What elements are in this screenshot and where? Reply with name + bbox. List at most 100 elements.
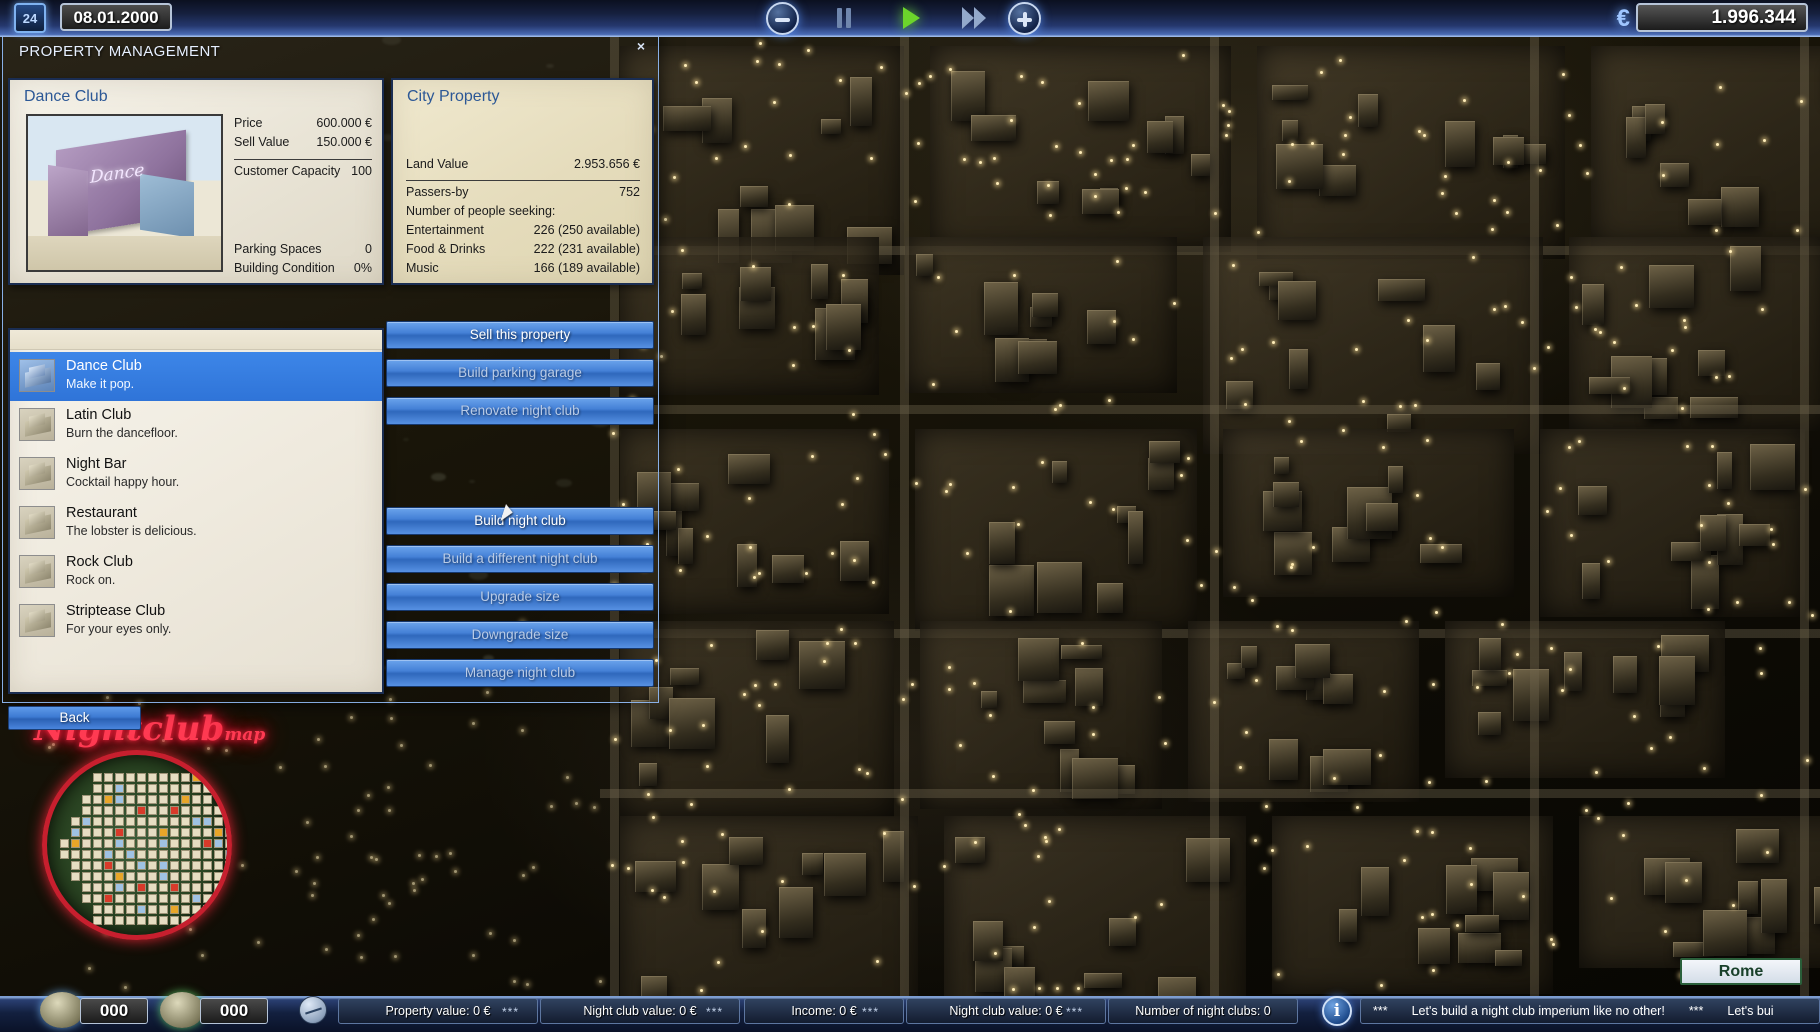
stat-key: Parking Spaces [234,242,322,256]
stat-key: Sell Value [234,135,289,149]
stat-value: 0 [365,242,372,256]
pause-button[interactable] [835,8,853,28]
stat-key: Customer Capacity [234,164,340,178]
city-stat-row: Entertainment 226 (250 available) [406,223,640,242]
club-thumbnail-icon [19,555,55,588]
stat-value: 0% [354,261,372,275]
list-item[interactable]: Rock Club Rock on. [10,548,382,597]
list-item-desc: The lobster is delicious. [66,524,197,538]
stat-number-of-night-clubs: Number of night clubs: 0 [1108,998,1298,1024]
property-stats: Price 600.000 € Sell Value 150.000 € Cus… [234,116,372,280]
list-item-name: Latin Club [66,407,131,423]
currency-icon: € [1617,5,1630,33]
close-icon[interactable]: × [633,39,649,55]
stat-value: 150.000 € [316,135,372,149]
list-header [10,330,382,350]
action-button-sell-this-property[interactable]: Sell this property [386,321,654,349]
club-thumbnail-icon [19,506,55,539]
club-thumbnail-icon [19,457,55,490]
city-property-stats: Land Value 2.953.656 € Passers-by 752 Nu… [406,157,640,280]
city-stat-key: Music [406,261,439,275]
city-stat-key: Land Value [406,157,468,171]
resource-icon-2 [160,992,204,1028]
city-stat-row: Food & Drinks 222 (231 available) [406,242,640,261]
city-stat-row: Number of people seeking: [406,204,640,223]
city-stat-row: Land Value 2.953.656 € [406,157,640,176]
stat-row: Parking Spaces 0 [234,242,372,261]
list-item-name: Dance Club [66,358,142,374]
stat-value: 100 [351,164,372,178]
play-button[interactable] [903,7,920,29]
stat-key: Price [234,116,262,130]
list-item[interactable]: Restaurant The lobster is delicious. [10,499,382,548]
stat-row: Price 600.000 € [234,116,372,135]
club-thumbnail-icon [19,359,55,392]
city-name-label: Rome [1680,958,1802,985]
list-item[interactable]: Latin Club Burn the dancefloor. [10,401,382,450]
top-bar: 24 08.01.2000 € 1.996.344 [0,0,1820,37]
list-item-desc: Make it pop. [66,377,134,391]
property-name: Dance Club [24,88,108,106]
list-item[interactable]: Dance Club Make it pop. [10,352,382,401]
city-property-panel: City Property Land Value 2.953.656 € Pas… [391,78,654,285]
city-stat-value: 2.953.656 € [574,157,640,171]
city-stat-value: 226 (250 available) [534,223,640,237]
fast-forward-button[interactable] [962,7,992,29]
club-type-list[interactable]: Dance Club Make it pop. Latin Club Burn … [8,328,384,694]
date-display: 08.01.2000 [60,3,172,31]
message-ticker: ***Let's build a night club imperium lik… [1360,998,1820,1024]
stat-separator-2: *** [706,1005,723,1019]
list-item[interactable]: Striptease Club For your eyes only. [10,597,382,646]
city-stat-key: Passers-by [406,185,469,199]
action-button-build-parking-garage: Build parking garage [386,359,654,387]
action-button-renovate-night-club: Renovate night club [386,397,654,425]
city-stat-key: Number of people seeking: [406,204,555,218]
club-thumbnail-icon [19,408,55,441]
list-item-name: Striptease Club [66,603,165,619]
minimap-widget[interactable]: Nightclubmap ★ Y ≣ [0,705,268,970]
property-thumbnail: Dance [26,114,223,272]
ticker-sep-left: *** [1361,999,1400,1023]
city-stat-key: Food & Drinks [406,242,485,256]
money-display: 1.996.344 [1636,3,1808,32]
speed-increase-button[interactable] [1008,2,1041,35]
calendar-icon: 24 [14,3,46,33]
property-management-window: PROPERTY MANAGEMENT × Dance Club Dance P… [2,33,659,703]
window-title: PROPERTY MANAGEMENT [19,43,220,60]
list-item-name: Rock Club [66,554,133,570]
ticker-sep-right: *** [1677,999,1716,1023]
city-stat-value: 222 (231 available) [534,242,640,256]
ticker-message: Let's build a night club imperium like n… [1400,999,1677,1023]
club-thumbnail-icon [19,604,55,637]
list-item-desc: Rock on. [66,573,115,587]
resource-value-2: 000 [200,998,268,1024]
stat-value: 600.000 € [316,116,372,130]
action-button-upgrade-size: Upgrade size [386,583,654,611]
stat-separator: *** [502,1005,519,1019]
chart-icon[interactable] [299,996,327,1024]
minimap-circle[interactable] [42,750,232,940]
stat-row: Building Condition 0% [234,261,372,280]
city-stat-row: Music 166 (189 available) [406,261,640,280]
bottom-bar: 000 000 Property value: 0 € *** Night cl… [0,996,1820,1032]
action-button-build-night-club[interactable]: Build night club [386,507,654,535]
list-item-desc: Cocktail happy hour. [66,475,179,489]
property-info-panel: Dance Club Dance Price 600.000 € Sell Va… [8,78,384,285]
action-button-group: Sell this property Build parking garage Re… [386,321,654,697]
action-button-manage-night-club: Manage night club [386,659,654,687]
city-property-title: City Property [407,88,499,106]
city-stat-row: Passers-by 752 [406,185,640,204]
city-stat-value: 166 (189 available) [534,261,640,275]
back-button[interactable]: Back [8,706,141,730]
list-item-desc: For your eyes only. [66,622,171,636]
stat-key: Building Condition [234,261,335,275]
list-item-desc: Burn the dancefloor. [66,426,178,440]
resource-icon-1 [40,992,84,1028]
city-stat-key: Entertainment [406,223,484,237]
info-icon[interactable]: i [1322,996,1352,1026]
list-item[interactable]: Night Bar Cocktail happy hour. [10,450,382,499]
list-item-name: Night Bar [66,456,126,472]
stat-separator-3: *** [862,1005,879,1019]
game-screen: 24 08.01.2000 € 1.996.344 PROPERTY MANAG… [0,0,1820,1032]
speed-decrease-button[interactable] [766,2,799,35]
